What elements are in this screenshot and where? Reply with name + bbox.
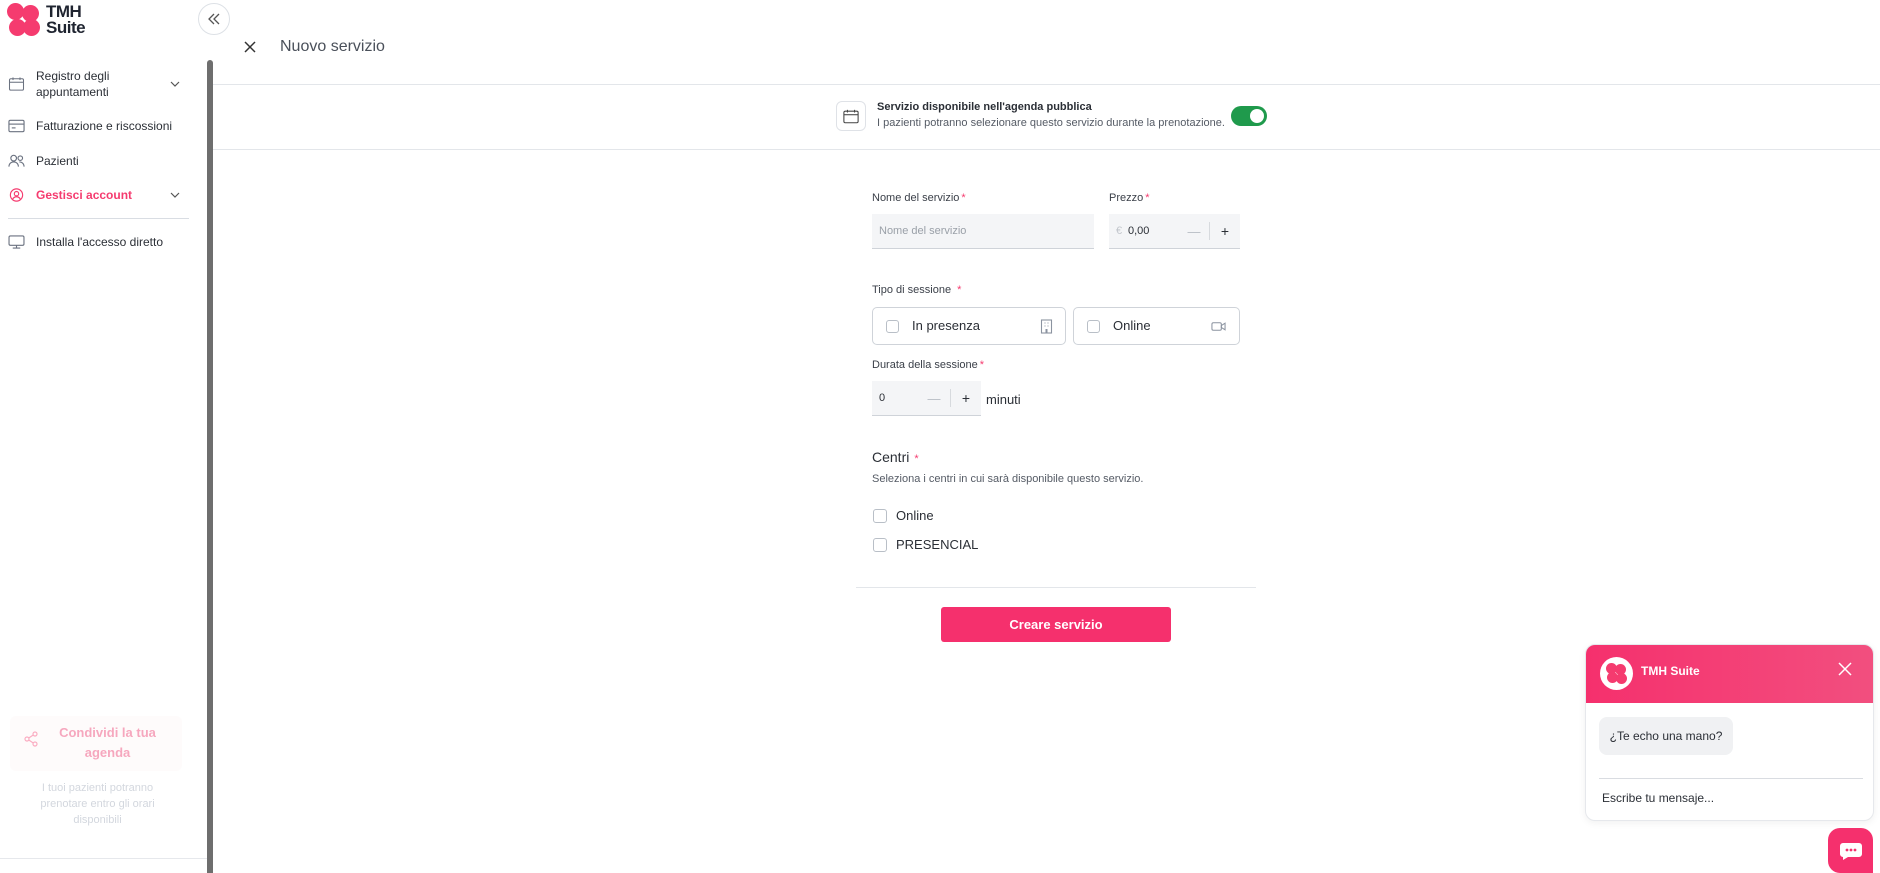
share-icon: [24, 731, 38, 747]
price-value[interactable]: 0,00: [1128, 225, 1149, 237]
price-decrement-button[interactable]: —: [1184, 224, 1204, 239]
stepper-separator: [1209, 222, 1210, 240]
sidebar-item-manage-account[interactable]: Gestisci account: [0, 187, 190, 203]
center-option-presencial[interactable]: PRESENCIAL: [873, 537, 978, 552]
public-agenda-title: Servizio disponibile nell'agenda pubblic…: [877, 101, 1092, 113]
session-type-in-person[interactable]: In presenza: [872, 307, 1066, 345]
centers-help: Seleziona i centri in cui sarà disponibi…: [872, 473, 1144, 485]
session-online-checkbox[interactable]: [1087, 320, 1100, 333]
session-type-online[interactable]: Online: [1073, 307, 1240, 345]
building-icon: [1040, 319, 1053, 334]
center-presencial-label: PRESENCIAL: [896, 537, 979, 552]
close-icon[interactable]: [243, 40, 257, 54]
close-icon[interactable]: [1838, 662, 1852, 676]
sidebar-bottom-divider: [0, 858, 210, 859]
page-title: Nuovo servizio: [280, 38, 385, 55]
sidebar-item-patients[interactable]: Pazienti: [0, 153, 190, 169]
center-option-online[interactable]: Online: [873, 508, 934, 523]
public-agenda-subtitle: I pazienti potranno selezionare questo s…: [877, 117, 1225, 129]
duration-unit: minuti: [986, 392, 1021, 407]
center-presencial-checkbox[interactable]: [873, 537, 887, 552]
public-agenda-toggle[interactable]: [1231, 106, 1267, 126]
public-agenda-icon-box: [836, 101, 866, 131]
stepper-separator: [950, 389, 951, 407]
centers-title: Centri *: [872, 449, 919, 465]
video-icon: [1211, 322, 1226, 331]
page-header: Nuovo servizio: [213, 0, 1880, 85]
center-online-label: Online: [896, 508, 934, 523]
sidebar-scrollbar[interactable]: [207, 60, 213, 873]
duration-decrement-button[interactable]: —: [924, 391, 944, 406]
calendar-icon: [8, 77, 25, 91]
chevron-down-icon[interactable]: [170, 79, 180, 89]
sidebar-divider: [8, 218, 189, 219]
price-stepper[interactable]: € 0,00 — +: [1109, 214, 1240, 249]
sidebar-item-label: Pazienti: [36, 154, 79, 168]
chat-message-bubble: ¿Te echo una mano?: [1599, 717, 1733, 755]
sidebar-item-label: Registro degli appuntamenti: [36, 69, 110, 99]
account-icon: [9, 188, 24, 202]
monitor-icon: [8, 235, 25, 249]
chat-message-input[interactable]: Escribe tu mensaje...: [1602, 791, 1714, 805]
duration-increment-button[interactable]: +: [956, 390, 976, 406]
users-icon: [8, 154, 25, 167]
toggle-knob: [1250, 109, 1264, 123]
chat-header: TMH Suite: [1586, 645, 1873, 703]
brand-name: TMH Suite: [46, 2, 86, 37]
duration-value[interactable]: 0: [879, 392, 885, 404]
currency-symbol: €: [1116, 225, 1123, 237]
chat-bubble-icon: [1839, 842, 1862, 860]
service-name-label: Nome del servizio *: [872, 192, 966, 204]
duration-label: Durata della sessione *: [872, 359, 985, 371]
chat-divider: [1599, 778, 1863, 779]
public-agenda-bar: Servizio disponibile nell'agenda pubblic…: [213, 86, 1880, 150]
share-agenda-text: I tuoi pazienti potranno prenotare entro…: [40, 782, 155, 826]
session-in-person-checkbox[interactable]: [886, 320, 899, 333]
sidebar-item-label: Fatturazione e riscossioni: [36, 119, 173, 133]
chat-title: TMH Suite: [1641, 664, 1700, 678]
session-in-person-label: In presenza: [912, 318, 980, 333]
duration-stepper[interactable]: 0 — +: [872, 381, 981, 416]
billing-icon: [8, 119, 25, 133]
price-label: Prezzo *: [1109, 192, 1150, 204]
chat-launcher-button[interactable]: [1828, 828, 1873, 873]
chat-widget: TMH Suite ¿Te echo una mano? Escribe tu …: [1585, 644, 1874, 821]
logo-mark-icon: [7, 3, 41, 37]
share-agenda-title[interactable]: Condividi la tua agenda: [45, 723, 170, 763]
create-service-button[interactable]: Creare servizio: [941, 607, 1171, 642]
sidebar-item-install[interactable]: Installa l'accesso diretto: [0, 234, 190, 250]
sidebar-item-billing[interactable]: Fatturazione e riscossioni: [0, 118, 190, 134]
form-divider: [856, 587, 1256, 588]
sidebar: TMH Suite Registro degli appuntamenti Fa…: [0, 0, 210, 873]
session-online-label: Online: [1113, 318, 1151, 333]
sidebar-item-label: Installa l'accesso diretto: [36, 235, 164, 249]
chevron-down-icon[interactable]: [170, 190, 180, 200]
session-type-label: Tipo di sessione *: [872, 284, 962, 296]
service-name-input[interactable]: Nome del servizio: [872, 214, 1094, 249]
center-online-checkbox[interactable]: [873, 508, 887, 523]
sidebar-item-label: Gestisci account: [36, 188, 133, 202]
brand-logo[interactable]: TMH Suite: [7, 2, 86, 37]
price-increment-button[interactable]: +: [1215, 223, 1235, 239]
calendar-icon: [843, 109, 859, 123]
chat-avatar: [1600, 657, 1633, 690]
sidebar-item-appointments[interactable]: Registro degli appuntamenti: [0, 67, 190, 101]
